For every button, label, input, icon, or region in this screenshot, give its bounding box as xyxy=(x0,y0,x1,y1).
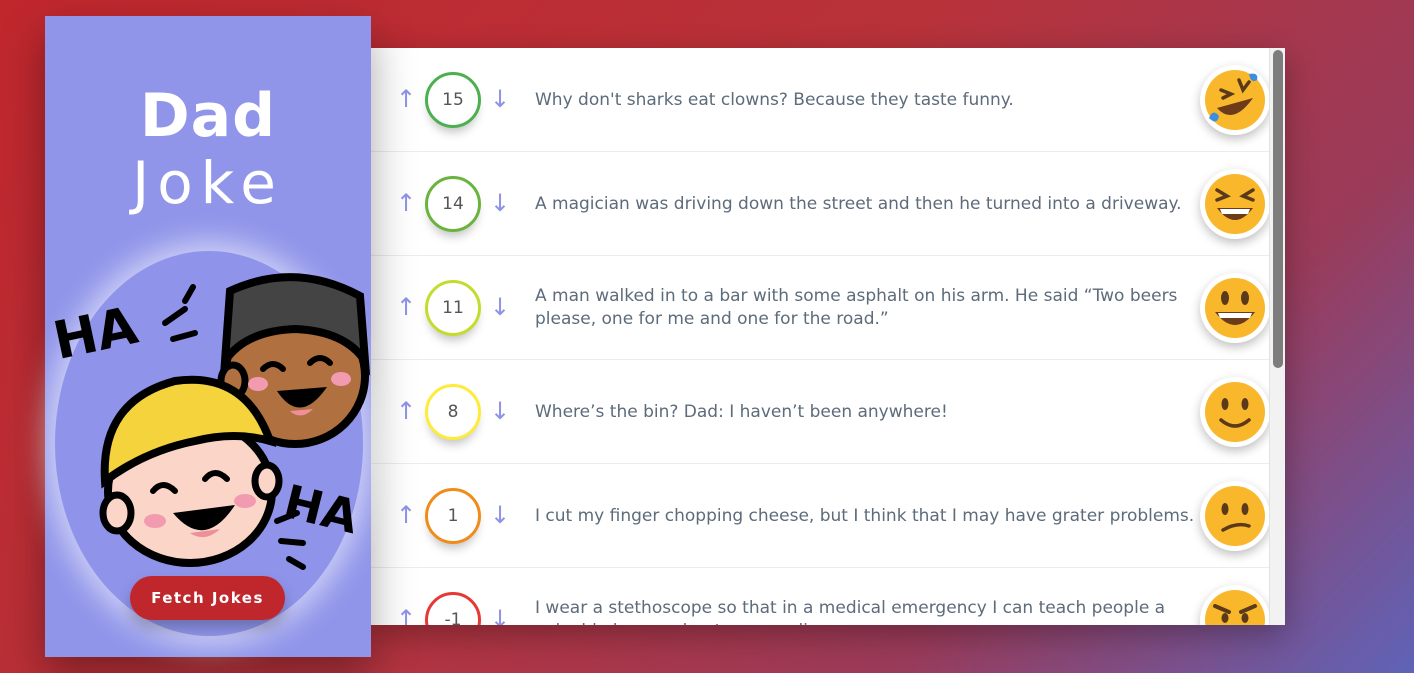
vertical-scrollbar[interactable] xyxy=(1269,48,1285,625)
ha-text-left: HA xyxy=(48,296,142,372)
downvote-arrow-icon[interactable]: ↓ xyxy=(489,503,511,527)
scrollbar-thumb[interactable] xyxy=(1273,50,1283,368)
joke-row: ↑ -1 ↓ I wear a stethoscope so that in a… xyxy=(371,568,1270,625)
boy-face-blonde xyxy=(99,375,283,567)
downvote-arrow-icon[interactable]: ↓ xyxy=(489,399,511,423)
downvote-arrow-icon[interactable]: ↓ xyxy=(489,191,511,215)
joke-row: ↑ 14 ↓ A magician was driving down the s… xyxy=(371,152,1270,256)
downvote-arrow-icon[interactable]: ↓ xyxy=(489,607,511,625)
joke-text: A magician was driving down the street a… xyxy=(535,193,1182,214)
sidebar: Dad Joke HA HA Fetch Jokes xyxy=(45,16,371,657)
upvote-arrow-icon[interactable]: ↑ xyxy=(395,87,417,111)
angry-face-icon xyxy=(1200,585,1270,625)
app-subtitle: Joke xyxy=(132,149,284,217)
slightly-smiling-face-icon xyxy=(1200,377,1270,447)
downvote-arrow-icon[interactable]: ↓ xyxy=(489,295,511,319)
upvote-arrow-icon[interactable]: ↑ xyxy=(395,399,417,423)
joke-text: Where’s the bin? Dad: I haven’t been any… xyxy=(535,401,948,422)
vote-count-badge: 14 xyxy=(425,176,481,232)
upvote-arrow-icon[interactable]: ↑ xyxy=(395,295,417,319)
joke-row: ↑ 15 ↓ Why don't sharks eat clowns? Beca… xyxy=(371,48,1270,152)
joke-text: Why don't sharks eat clowns? Because the… xyxy=(535,89,1014,110)
joke-row: ↑ 8 ↓ Where’s the bin? Dad: I haven’t be… xyxy=(371,360,1270,464)
joke-text: I wear a stethoscope so that in a medica… xyxy=(535,598,1166,625)
vote-count-badge: 1 xyxy=(425,488,481,544)
upvote-arrow-icon[interactable]: ↑ xyxy=(395,503,417,527)
confused-face-icon xyxy=(1200,481,1270,551)
ha-text-right: HA xyxy=(279,474,364,544)
downvote-arrow-icon[interactable]: ↓ xyxy=(489,87,511,111)
grinning-squinting-face-icon xyxy=(1200,169,1270,239)
jokes-list: ↑ 15 ↓ Why don't sharks eat clowns? Beca… xyxy=(371,48,1270,625)
joke-text: I cut my finger chopping cheese, but I t… xyxy=(535,505,1195,526)
vote-count-badge: 15 xyxy=(425,72,481,128)
vote-count-badge: 11 xyxy=(425,280,481,336)
joke-text: A man walked in to a bar with some aspha… xyxy=(535,286,1178,329)
rolling-on-floor-laughing-icon xyxy=(1200,65,1270,135)
laughing-kids-illustration: HA HA xyxy=(48,273,371,570)
app-title: Dad xyxy=(139,81,277,151)
upvote-arrow-icon[interactable]: ↑ xyxy=(395,191,417,215)
jokes-panel[interactable]: ↑ 15 ↓ Why don't sharks eat clowns? Beca… xyxy=(371,48,1285,625)
grinning-face-icon xyxy=(1200,273,1270,343)
vote-count-badge: 8 xyxy=(425,384,481,440)
fetch-jokes-button[interactable]: Fetch Jokes xyxy=(130,576,285,620)
joke-row: ↑ 1 ↓ I cut my finger chopping cheese, b… xyxy=(371,464,1270,568)
joke-row: ↑ 11 ↓ A man walked in to a bar with som… xyxy=(371,256,1270,360)
vote-count-badge: -1 xyxy=(425,592,481,625)
upvote-arrow-icon[interactable]: ↑ xyxy=(395,607,417,625)
